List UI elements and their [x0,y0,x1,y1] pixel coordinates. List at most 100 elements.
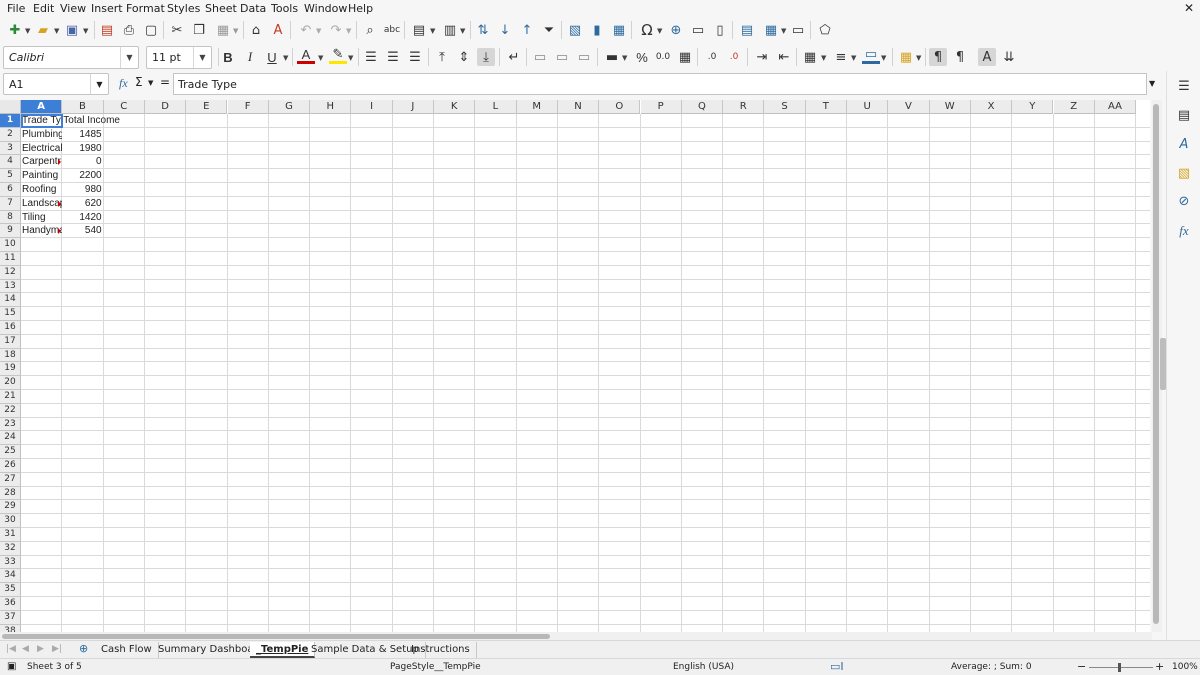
column-header-n[interactable]: N [557,100,600,114]
menu-tools[interactable]: Tools [270,2,299,15]
row-header-14[interactable]: 14 [0,293,21,308]
row-header-13[interactable]: 13 [0,279,21,294]
row-header-20[interactable]: 20 [0,376,21,390]
new-document-icon[interactable]: ✚ [6,21,24,39]
highlight-dropdown-arrow[interactable]: ▼ [348,54,353,62]
unmerge-cells-icon[interactable]: ▭ [575,48,593,66]
row-header-19[interactable]: 19 [0,362,21,377]
date-format-icon[interactable]: ▦ [676,48,694,66]
comment-icon[interactable]: ▭ [689,21,707,39]
zoom-slider-handle[interactable] [1118,663,1121,672]
vertical-scroll-thumb[interactable] [1153,104,1159,624]
column-header-m[interactable]: M [516,100,558,114]
column-header-h[interactable]: H [310,100,352,114]
text-horizontal-icon[interactable]: A [978,48,996,66]
border-color-dropdown-arrow[interactable]: ▼ [881,54,886,62]
menu-insert[interactable]: Insert [90,2,124,15]
menu-window[interactable]: Window [303,2,348,15]
cell-a1[interactable]: Trade Typ [21,114,62,128]
number-format-button[interactable]: 0.0 [654,48,672,66]
percent-format-button[interactable]: % [633,48,651,66]
cell-a6[interactable]: Roofing [21,183,62,197]
row-header-21[interactable]: 21 [0,390,21,404]
italic-button[interactable]: I [241,48,259,66]
row-header-5[interactable]: 5 [0,169,21,183]
undo-icon[interactable]: ↶ [297,21,315,39]
row-header-32[interactable]: 32 [0,541,21,556]
new-dropdown-arrow[interactable]: ▼ [25,27,30,35]
special-character-dropdown-arrow[interactable]: ▼ [657,27,662,35]
menu-styles[interactable]: Styles [166,2,201,15]
row-header-36[interactable]: 36 [0,597,21,611]
right-to-left-icon[interactable]: ¶ [951,48,969,66]
border-style-dropdown-arrow[interactable]: ▼ [851,54,856,62]
first-sheet-icon[interactable]: |◀ [6,644,16,654]
column-header-s[interactable]: S [764,100,806,114]
text-vertical-icon[interactable]: ⇊ [1000,48,1018,66]
align-top-icon[interactable]: ⤒ [433,48,451,66]
select-all-corner[interactable] [0,100,21,114]
merge-center-icon[interactable]: ▭ [531,48,549,66]
cell-a4[interactable]: Carpentr [21,155,62,169]
redo-icon[interactable]: ↷ [327,21,345,39]
open-dropdown-arrow[interactable]: ▼ [54,27,59,35]
row-header-31[interactable]: 31 [0,528,21,542]
last-sheet-icon[interactable]: ▶| [52,644,62,654]
save-dropdown-arrow[interactable]: ▼ [83,27,88,35]
sum-dropdown-arrow[interactable]: ▼ [148,79,153,87]
copy-icon[interactable]: ❐ [190,21,208,39]
cell-b7[interactable]: 620 [62,197,103,211]
column-header-u[interactable]: U [847,100,889,114]
chevron-down-icon[interactable]: ▼ [90,74,108,94]
column-icon[interactable]: ▥ [441,21,459,39]
cell-b3[interactable]: 1980 [62,142,103,156]
font-size-combo[interactable]: 11 pt ▼ [146,46,212,69]
sidebar-menu-icon[interactable]: ☰ [1175,77,1193,95]
row-header-28[interactable]: 28 [0,486,21,501]
gallery-icon[interactable]: ▧ [1175,164,1193,182]
menu-view[interactable]: View [59,2,87,15]
styles-icon[interactable]: A [1175,135,1193,153]
insert-image-icon[interactable]: ▧ [566,21,584,39]
row-header-10[interactable]: 10 [0,238,21,252]
cell-b9[interactable]: 540 [62,224,103,238]
pivot-table-icon[interactable]: ▦ [610,21,628,39]
merge-cells-icon[interactable]: ▭ [553,48,571,66]
zoom-level[interactable]: 100% [1172,662,1198,672]
column-header-e[interactable]: E [186,100,228,114]
column-header-j[interactable]: J [392,100,434,114]
column-header-t[interactable]: T [805,100,847,114]
column-header-p[interactable]: P [640,100,682,114]
row-header-18[interactable]: 18 [0,348,21,363]
column-header-v[interactable]: V [888,100,930,114]
row-header-35[interactable]: 35 [0,583,21,597]
export-pdf-icon[interactable]: ▤ [98,21,116,39]
conditional-dropdown-arrow[interactable]: ▼ [916,54,921,62]
row-header-2[interactable]: 2 [0,127,21,142]
menu-format[interactable]: Format [125,2,166,15]
row-header-29[interactable]: 29 [0,500,21,515]
row-header-37[interactable]: 37 [0,610,21,625]
row-icon[interactable]: ▤ [410,21,428,39]
chevron-down-icon[interactable]: ▼ [120,47,138,68]
headers-footers-icon[interactable]: ▯ [711,21,729,39]
formula-equals-icon[interactable]: = [160,75,170,89]
menu-file[interactable]: File [6,2,26,15]
hyperlink-icon[interactable]: ⊕ [667,21,685,39]
previous-sheet-icon[interactable]: ◀ [22,644,29,654]
decrease-indent-icon[interactable]: ⇤ [775,48,793,66]
bold-button[interactable]: B [219,48,237,66]
document-modified-icon[interactable]: ▣ [7,661,16,672]
sort-icon[interactable]: ⇅ [474,21,492,39]
row-header-7[interactable]: 7 [0,196,21,211]
align-right-icon[interactable]: ☰ [406,48,424,66]
row-header-17[interactable]: 17 [0,334,21,349]
conditional-format-icon[interactable]: ▦ [897,48,915,66]
properties-icon[interactable]: ▤ [1175,106,1193,124]
row-header-24[interactable]: 24 [0,431,21,446]
row-header-8[interactable]: 8 [0,210,21,225]
cut-icon[interactable]: ✂ [168,21,186,39]
print-preview-icon[interactable]: ▢ [142,21,160,39]
column-header-q[interactable]: Q [681,100,724,114]
zoom-out-icon[interactable]: − [1077,660,1086,673]
